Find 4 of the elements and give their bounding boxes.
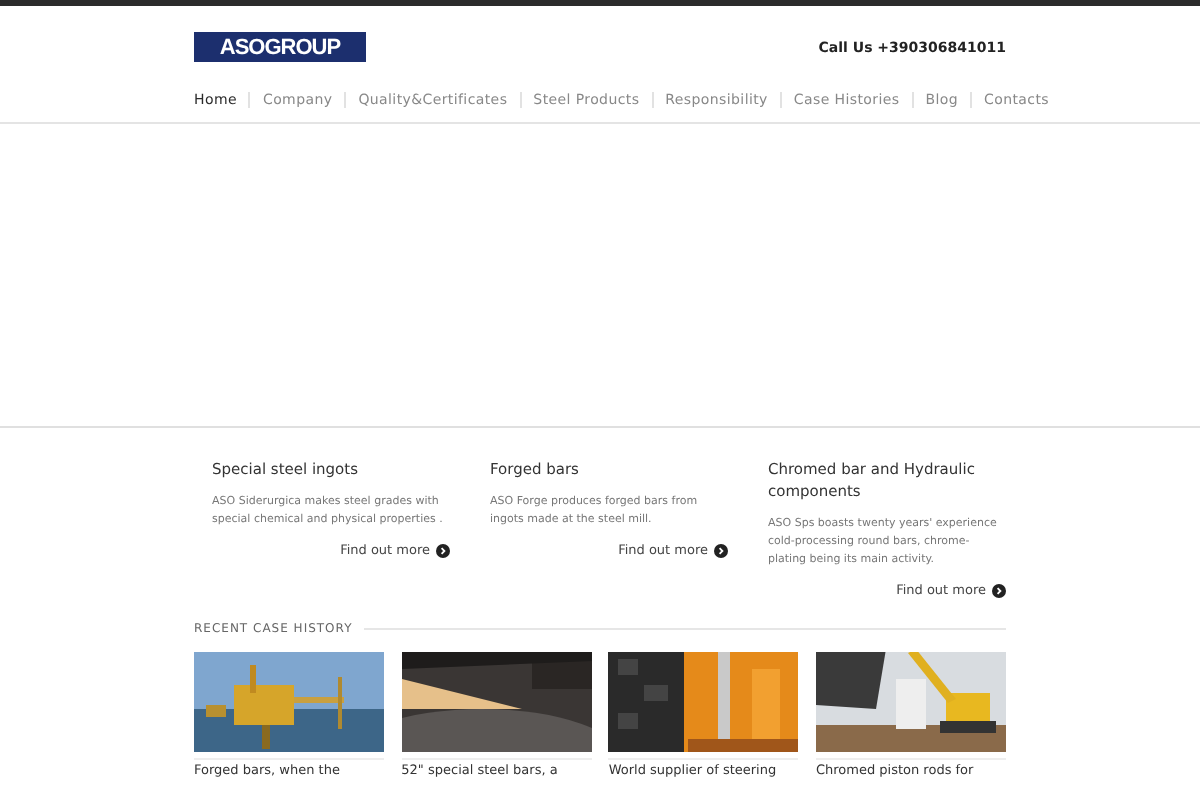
arrow-circle-icon: [992, 583, 1006, 597]
company-logo[interactable]: ASOGROUP: [194, 32, 366, 62]
arrow-circle-icon: [436, 543, 450, 557]
arrow-circle-icon: [714, 543, 728, 557]
